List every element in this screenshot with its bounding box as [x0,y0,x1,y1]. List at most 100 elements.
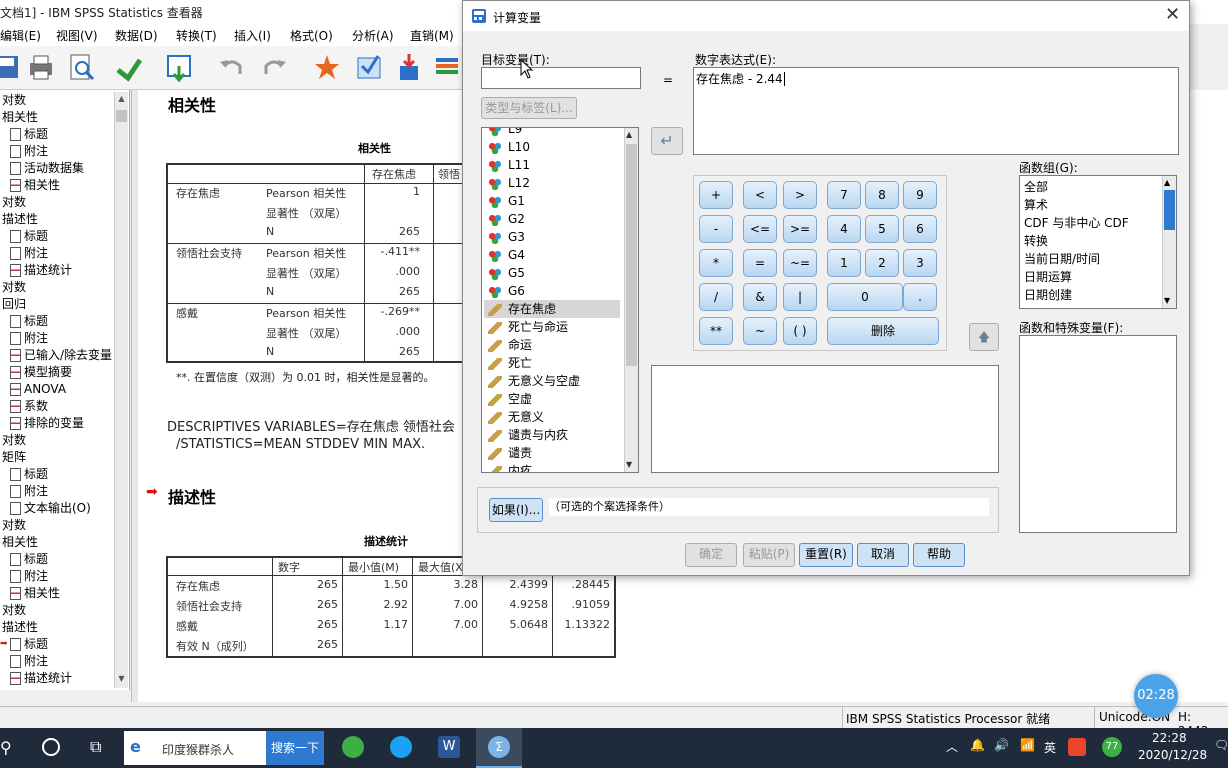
function-special-list[interactable] [1019,335,1177,533]
keypad-key[interactable]: 2 [865,249,899,277]
outline-item[interactable]: 相关性 [2,109,38,126]
keypad-key[interactable]: 9 [903,181,937,209]
outline-item[interactable]: 附注 [10,653,48,670]
keypad-key[interactable]: = [743,249,777,277]
keypad-key[interactable]: & [743,283,777,311]
function-group-scroll-thumb[interactable] [1164,190,1175,230]
variable-list[interactable]: L9 L10 L11 L12 G1 G2 G3 G4 G5 G6 存在焦虑 死亡与命运 命运 死亡 无意义与… [481,127,639,473]
pane-splitter[interactable] [131,90,138,702]
menu-view[interactable]: 视图(V) [56,27,98,44]
outline-scrollbar[interactable]: ▲ ▼ [114,92,128,688]
variable-list-item[interactable]: 无意义 [484,408,620,426]
action-center-icon[interactable]: 🗨 [1214,738,1228,752]
keypad-key[interactable]: 4 [827,215,861,243]
outline-item[interactable]: 相关性 [10,177,60,194]
recording-timer[interactable]: 02:28 [1134,674,1178,718]
ok-button[interactable]: 确定 [685,543,737,567]
outline-item[interactable]: 已输入/除去变量 [10,347,112,364]
search-icon[interactable]: ⚲ [0,738,12,757]
function-group-list[interactable]: 全部 算术 CDF 与非中心 CDF 转换 当前日期/时间 日期运算 日期创建 ▲ ▼ [1019,175,1177,309]
outline-item[interactable]: 排除的变量 [10,415,84,432]
menu-direct-marketing[interactable]: 直销(M) [410,27,454,44]
volume-icon[interactable]: 🔊 [994,738,1009,752]
outline-item[interactable]: 附注 [10,143,48,160]
keypad-key[interactable]: 7 [827,181,861,209]
paste-button[interactable]: 粘贴(P) [743,543,795,567]
keypad-key[interactable]: / [699,283,733,311]
variable-list-item[interactable]: 死亡与命运 [484,318,620,336]
variable-list-item[interactable]: G4 [484,246,620,264]
goto-data-icon[interactable] [312,52,342,82]
keypad-key[interactable]: 删除 [827,317,939,345]
help-button[interactable]: 帮助 [913,543,965,567]
function-group-scrollbar[interactable]: ▲ ▼ [1162,176,1176,308]
keypad-key[interactable]: < [743,181,777,209]
outline-item[interactable]: 附注 [10,245,48,262]
move-function-button[interactable]: 🡅 [969,323,999,351]
menu-analyze[interactable]: 分析(A) [352,27,394,44]
outline-item[interactable]: 相关性 [10,585,60,602]
taskbar-search-box[interactable]: e 印度猴群杀人 [124,731,266,765]
goto-variable-icon[interactable] [394,52,424,82]
badge-77[interactable]: 77 [1102,737,1122,757]
keypad-key[interactable]: 0 [827,283,903,311]
outline-item[interactable]: 标题 [10,636,48,653]
outline-item[interactable]: 文本输出(O) [10,500,91,517]
close-icon[interactable]: ✕ [1165,4,1180,25]
print-preview-icon[interactable] [66,52,96,82]
outline-item[interactable]: 标题 [10,551,48,568]
variable-list-item[interactable]: 命运 [484,336,620,354]
variable-list-item[interactable]: L12 [484,174,620,192]
variable-list-item[interactable]: L11 [484,156,620,174]
spss-taskbar-item[interactable]: Σ [476,728,522,768]
outline-item[interactable]: 描述性 [2,211,38,228]
variable-list-item[interactable]: G5 [484,264,620,282]
reset-button[interactable]: 重置(R) [799,543,853,567]
outline-item[interactable]: 对数 [2,92,26,109]
menu-edit[interactable]: 编辑(E) [0,27,41,44]
keypad-key[interactable]: * [699,249,733,277]
outline-item[interactable]: 描述统计 [10,262,72,279]
outline-item[interactable]: 对数 [2,517,26,534]
keypad-key[interactable]: 3 [903,249,937,277]
variable-list-item[interactable]: L10 [484,138,620,156]
function-group-item[interactable]: 日期运算 [1024,268,1072,285]
outline-item[interactable]: 标题 [10,466,48,483]
outline-item[interactable]: 对数 [2,602,26,619]
function-group-item[interactable]: 全部 [1024,178,1048,195]
scroll-down-icon[interactable]: ▼ [626,460,632,469]
word-icon[interactable]: W [438,736,460,758]
keypad-key[interactable]: . [903,283,937,311]
show-hidden-icons-icon[interactable]: ︿ [946,738,958,755]
export-icon[interactable] [114,52,144,82]
scroll-down-icon[interactable]: ▼ [116,674,127,684]
keypad-key[interactable]: 6 [903,215,937,243]
outline-item[interactable]: 标题 [10,228,48,245]
if-button[interactable]: 如果(I)... [489,498,543,522]
outline-item[interactable]: 模型摘要 [10,364,72,381]
outline-item[interactable]: ANOVA [10,381,66,398]
outline-item[interactable]: 标题 [10,313,48,330]
recall-dialog-icon[interactable] [164,52,194,82]
save-icon[interactable] [0,52,22,82]
notification-bell-icon[interactable]: 🔔 [970,738,985,752]
clock-time[interactable]: 22:28 [1152,731,1187,745]
outline-item[interactable]: 描述性 [2,619,38,636]
variable-list-item[interactable]: 存在焦虑 [484,300,620,318]
keypad-key[interactable]: 1 [827,249,861,277]
keypad-key[interactable]: - [699,215,733,243]
keypad-key[interactable]: ~ [743,317,777,345]
type-label-button[interactable]: 类型与标签(L)... [481,97,577,119]
taskbar-search-button[interactable]: 搜索一下 [266,731,324,765]
target-variable-input[interactable] [481,67,641,89]
keypad-key[interactable]: 8 [865,181,899,209]
outline-item[interactable]: 对数 [2,194,26,211]
menu-insert[interactable]: 插入(I) [234,27,271,44]
variable-list-item[interactable]: 内疚 [484,462,620,472]
function-group-item[interactable]: CDF 与非中心 CDF [1024,214,1129,231]
variable-list-item[interactable]: 无意义与空虚 [484,372,620,390]
menu-transform[interactable]: 转换(T) [176,27,217,44]
outline-item[interactable]: 系数 [10,398,48,415]
keypad-key[interactable]: 5 [865,215,899,243]
outline-item[interactable]: 回归 [2,296,26,313]
